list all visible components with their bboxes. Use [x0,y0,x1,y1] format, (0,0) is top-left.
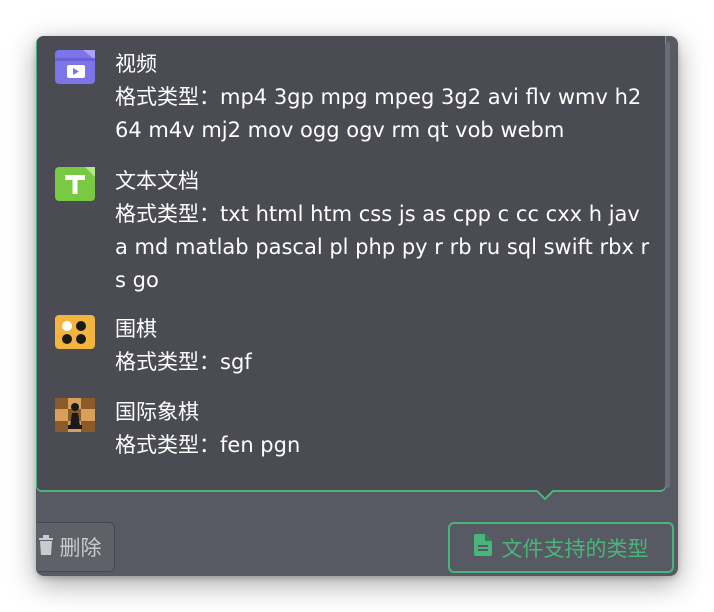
type-name: 围棋 [115,317,157,341]
go-board-icon [55,315,95,349]
supported-types-button[interactable]: 文件支持的类型 [448,522,674,573]
type-text-go: 围棋 格式类型：sgf [115,313,650,379]
chess-board-icon [55,398,95,432]
supported-types-popover: 视频 格式类型：mp4 3gp mpg mpeg 3g2 avi flv wmv… [36,36,670,492]
trash-icon [38,534,54,560]
type-item-go: 围棋 格式类型：sgf [37,305,657,381]
type-formats: 格式类型：mp4 3gp mpg mpeg 3g2 avi flv wmv h2… [115,85,642,142]
type-name: 国际象棋 [115,400,199,424]
type-formats: 格式类型：txt html htm css js as cpp c cc cxx… [115,202,650,292]
type-name: 视频 [115,52,157,76]
popover-scrollbar[interactable] [665,42,670,488]
type-text-chess: 国际象棋 格式类型：fen pgn [115,396,650,462]
type-name: 文本文档 [115,169,199,193]
type-formats: 格式类型：sgf [115,350,252,374]
delete-label: 删除 [59,536,102,560]
popover-arrow [536,490,554,500]
type-item-text: 文本文档 格式类型：txt html htm css js as cpp c c… [37,157,657,297]
document-icon [473,534,492,561]
file-panel: 视频 格式类型：mp4 3gp mpg mpeg 3g2 avi flv wmv… [36,36,678,576]
text-document-icon [55,167,95,201]
type-item-video: 视频 格式类型：mp4 3gp mpg mpeg 3g2 avi flv wmv… [37,40,657,148]
supported-types-label: 文件支持的类型 [501,536,649,561]
type-item-chess: 国际象棋 格式类型：fen pgn [37,388,657,464]
delete-button[interactable]: 删除 [36,522,115,572]
video-file-icon [55,50,95,84]
type-formats: 格式类型：fen pgn [115,433,301,457]
type-text-video: 视频 格式类型：mp4 3gp mpg mpeg 3g2 avi flv wmv… [115,48,650,147]
type-text-text: 文本文档 格式类型：txt html htm css js as cpp c c… [115,165,650,297]
